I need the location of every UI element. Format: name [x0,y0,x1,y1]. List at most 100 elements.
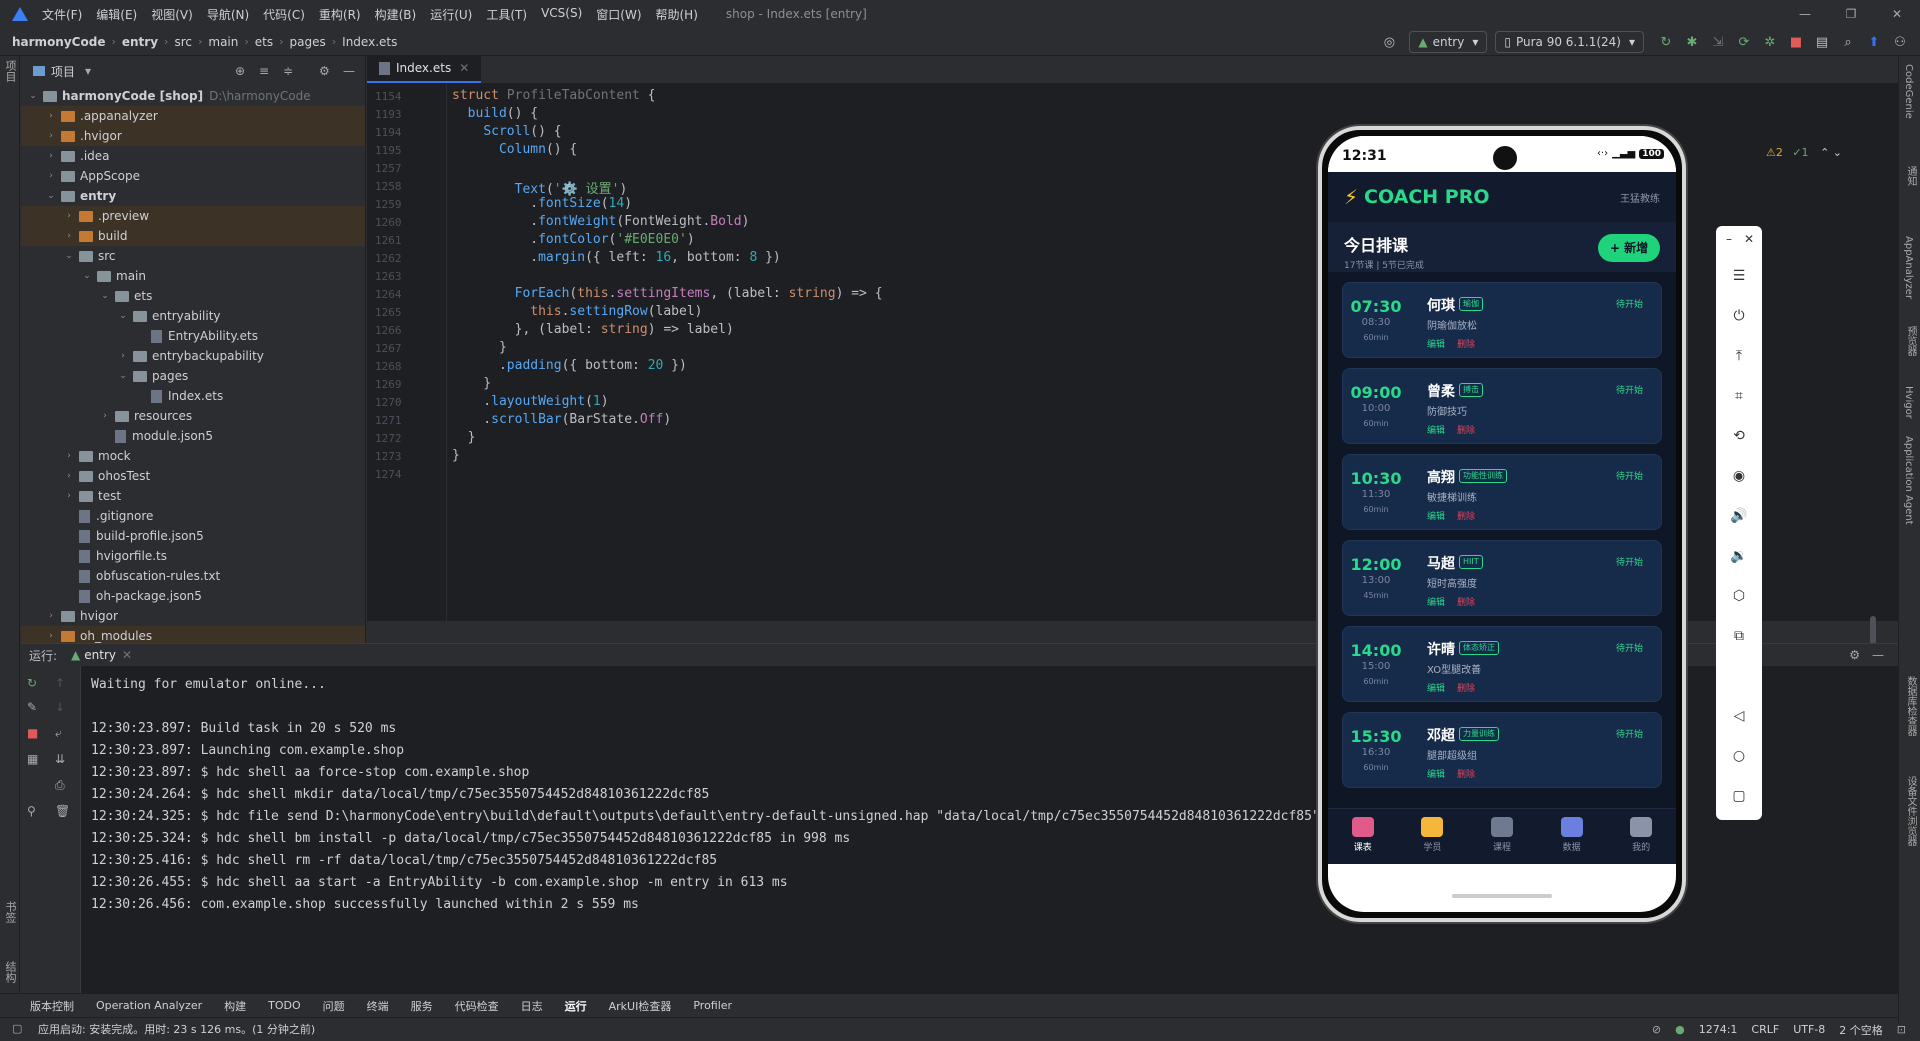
tree-item[interactable]: ⌄ pages [21,366,365,386]
profile-icon[interactable]: ✲ [1758,35,1782,50]
chevron-icon[interactable]: › [63,466,75,486]
tree-item[interactable]: › .preview [21,206,365,226]
emulator-volume-up-icon[interactable]: 🔊 [1716,508,1762,524]
edit-button[interactable]: 编辑 [1427,767,1445,780]
project-panel-title[interactable]: 项目 [51,63,75,80]
chevron-icon[interactable]: › [45,106,57,126]
emulator-top-icon[interactable]: ⤒ [1716,348,1762,364]
chevron-icon[interactable]: ⌄ [81,266,93,286]
code-line[interactable]: build() { [452,106,538,121]
close-icon[interactable]: ✕ [1874,0,1920,28]
code-line[interactable]: this.settingRow(label) [452,304,702,319]
emulator-menu-icon[interactable]: ☰ [1716,268,1762,284]
chevron-icon[interactable]: › [45,146,57,166]
status-message[interactable]: 应用启动: 安装完成。用时: 23 s 126 ms。(1 分钟之前) [38,1021,315,1037]
code-line[interactable]: .fontSize(14) [452,196,632,211]
code-line[interactable]: .layoutWeight(1) [452,394,608,409]
scroll-to-end-icon[interactable]: ⇊ [55,752,65,766]
cursor-position[interactable]: 1274:1 [1699,1023,1738,1036]
code-line[interactable]: Scroll() { [452,124,561,139]
line-separator[interactable]: CRLF [1751,1023,1779,1036]
tree-item[interactable]: ⌄ entryability [21,306,365,326]
chevron-icon[interactable]: › [63,206,75,226]
emulator-recents-icon[interactable]: ▢ [1716,788,1762,804]
settings-icon[interactable]: ⚙ [1849,648,1860,662]
emulator-close-icon[interactable]: ✕ [1726,232,1772,246]
tree-item[interactable]: › ohosTest [21,466,365,486]
pin-icon[interactable]: ⚲ [27,804,36,818]
wrench-icon[interactable]: ✎ [27,700,37,714]
tool-window-button[interactable]: 运行 [565,998,587,1014]
tree-item[interactable]: › build [21,226,365,246]
tool-window-button[interactable]: 构建 [224,998,246,1014]
tree-item[interactable]: oh-package.json5 [21,586,365,606]
chevron-icon[interactable]: › [63,486,75,506]
emulator-screenshot-icon[interactable]: ⌗ [1716,388,1762,404]
tree-item[interactable]: › mock [21,446,365,466]
emulator-home-icon[interactable]: ○ [1716,748,1762,764]
menu-item-5[interactable]: 重构(R) [319,6,361,23]
tool-window-button[interactable]: 终端 [367,998,389,1014]
run-tab-entry[interactable]: ▲ entry ✕ [71,648,132,662]
chevron-icon[interactable]: › [45,126,57,146]
tool-window-button[interactable]: 服务 [411,998,433,1014]
rerun-icon[interactable]: ↻ [1654,35,1678,50]
right-tool-button[interactable]: 数据库检查器 [1903,676,1918,736]
tree-item[interactable]: ⌄ entry [21,186,365,206]
tree-item[interactable]: ⌄ main [21,266,365,286]
hide-panel-icon[interactable]: — [1872,648,1884,662]
right-tool-button[interactable]: Application Agent [1903,436,1914,525]
class-card[interactable]: 09:00 10:00 60min 曾柔 搏击 防御技巧 编辑 删除 待开始 [1342,368,1662,444]
nav-tab[interactable]: 课程 [1467,809,1537,864]
edit-button[interactable]: 编辑 [1427,595,1445,608]
menu-item-6[interactable]: 构建(B) [375,6,417,23]
editor-scrollbar[interactable] [1870,616,1876,646]
locate-icon[interactable]: ⊕ [235,64,245,78]
tool-window-button[interactable]: 日志 [521,998,543,1014]
print-icon[interactable]: ⎙ [55,778,65,793]
nav-tab[interactable]: 课表 [1328,809,1398,864]
chevron-icon[interactable]: ⌄ [45,186,57,206]
collapse-all-icon[interactable]: ≑ [283,64,293,78]
minimize-icon[interactable]: — [1782,0,1828,28]
layout-icon[interactable]: ▦ [27,752,38,766]
class-card[interactable]: 10:30 11:30 60min 高翔 功能性训练 敏捷梯训练 编辑 删除 待开始 [1342,454,1662,530]
indent-setting[interactable]: 2 个空格 [1839,1022,1883,1038]
tree-item[interactable]: › hvigor [21,606,365,626]
edit-button[interactable]: 编辑 [1427,337,1445,350]
tree-item[interactable]: › .appanalyzer [21,106,365,126]
close-tab-icon[interactable]: ✕ [122,648,132,662]
nav-tab[interactable]: 学员 [1398,809,1468,864]
menu-item-7[interactable]: 运行(U) [430,6,472,23]
scroll-up-icon[interactable]: ↑ [55,676,65,690]
soft-wrap-icon[interactable]: ⤶ [55,726,62,741]
chevron-icon[interactable]: › [117,346,129,366]
structure-tool-button[interactable]: 结构 [2,961,18,983]
stop-icon[interactable]: ■ [27,726,38,740]
emulator-multiscreen-icon[interactable]: ⧉ [1716,628,1762,644]
tree-item[interactable]: › .idea [21,146,365,166]
tree-item[interactable]: .gitignore [21,506,365,526]
menu-item-2[interactable]: 视图(V) [151,6,193,23]
code-line[interactable]: .padding({ bottom: 20 }) [452,358,687,373]
tree-item[interactable]: Index.ets [21,386,365,406]
delete-button[interactable]: 删除 [1457,681,1475,694]
tree-item[interactable]: ⌄ src [21,246,365,266]
tree-item[interactable]: build-profile.json5 [21,526,365,546]
maximize-icon[interactable]: ❐ [1828,0,1874,28]
class-card[interactable]: 15:30 16:30 60min 邓超 力量训练 腿部超级组 编辑 删除 待开始 [1342,712,1662,788]
stop-icon[interactable]: ■ [1784,35,1808,50]
panel-toggle-icon[interactable]: ▢ [12,1022,22,1035]
attach-icon[interactable]: ⇲ [1706,35,1730,50]
tree-item[interactable]: obfuscation-rules.txt [21,566,365,586]
code-line[interactable]: .fontWeight(FontWeight.Bold) [452,214,749,229]
delete-button[interactable]: 删除 [1457,509,1475,522]
device-select[interactable]: ▯ Pura 90 6.1.1(24) ▾ [1495,31,1644,53]
debug-icon[interactable]: ✱ [1680,35,1704,50]
breadcrumb-item[interactable]: main [208,35,238,49]
update-icon[interactable]: ⬆ [1862,35,1886,50]
edit-button[interactable]: 编辑 [1427,509,1445,522]
file-encoding[interactable]: UTF-8 [1793,1023,1825,1036]
clear-icon[interactable]: 🗑 [55,804,70,818]
nav-tab[interactable]: 我的 [1606,809,1676,864]
